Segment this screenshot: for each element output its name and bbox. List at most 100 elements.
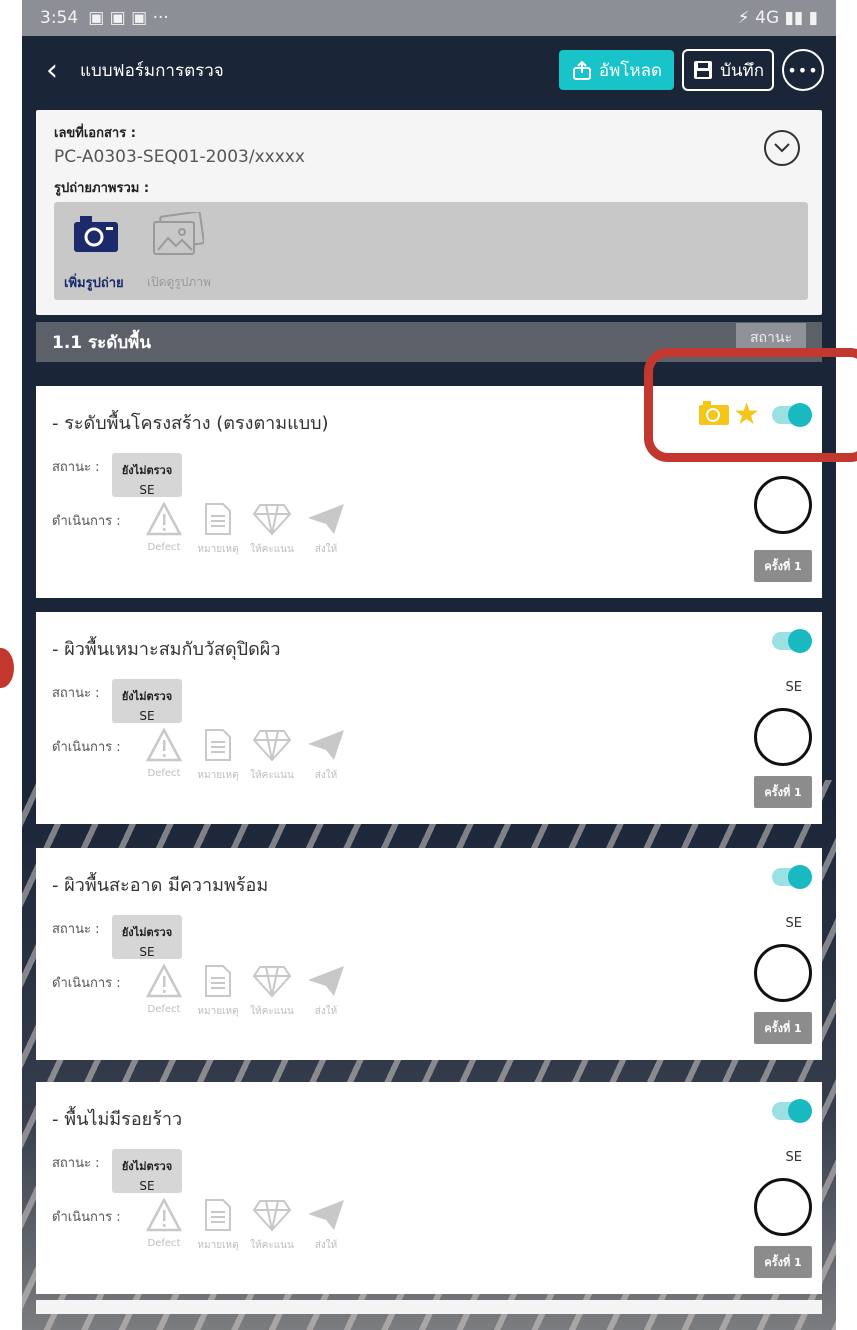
action-caption: ให้คะแนน <box>250 770 294 781</box>
inspection-circle[interactable] <box>754 944 812 1002</box>
item-title: - ผิวพื้นเหมาะสมกับวัสดุปิดผิว <box>52 639 281 660</box>
action-caption: ให้คะแนน <box>250 544 294 555</box>
status-text: ยังไม่ตรวจ <box>121 690 173 703</box>
status-text: ยังไม่ตรวจ <box>121 926 173 939</box>
status-bar: 3:54 ▣ ▣ ▣ ··· ⚡ 4G ▮▮ ▮ <box>22 0 836 36</box>
round-badge[interactable]: ครั้งที่ 1 <box>754 776 812 808</box>
score-action[interactable]: ให้คะแนน <box>246 1198 298 1253</box>
inspection-circle[interactable] <box>754 476 812 534</box>
add-photo-label[interactable]: เพิ่มรูปถ่าย <box>64 272 124 293</box>
note-action[interactable]: หมายเหตุ <box>192 1198 244 1253</box>
action-label: ดำเนินการ : <box>52 740 121 755</box>
se-label: SE <box>785 680 802 695</box>
back-arrow-icon[interactable]: ‹ <box>34 53 70 88</box>
action-caption: Defect <box>147 1004 181 1015</box>
action-caption: หมายเหตุ <box>197 1006 239 1017</box>
save-label: บันทึก <box>720 60 764 81</box>
status-code: SE <box>139 1179 155 1193</box>
status-time: 3:54 <box>40 8 79 28</box>
upload-label: อัพโหลด <box>598 60 663 81</box>
more-options-button[interactable]: ••• <box>782 49 824 91</box>
send-action[interactable]: ส่งให้ <box>300 728 352 783</box>
status-badge: ยังไม่ตรวจ SE <box>112 453 182 497</box>
se-label: SE <box>785 1150 802 1165</box>
inspection-circle[interactable] <box>754 708 812 766</box>
defect-action[interactable]: Defect <box>138 727 190 783</box>
status-label: สถานะ : <box>52 1156 100 1171</box>
send-action[interactable]: ส่งให้ <box>300 1198 352 1253</box>
document-number: PC-A0303-SEQ01-2003/xxxxx <box>54 147 305 167</box>
inspection-circle[interactable] <box>754 1178 812 1236</box>
chevron-down-icon[interactable] <box>764 130 800 166</box>
upload-button[interactable]: อัพโหลด <box>558 50 675 90</box>
action-label: ดำเนินการ : <box>52 514 121 529</box>
round-badge[interactable]: ครั้งที่ 1 <box>754 550 812 582</box>
send-icon <box>308 504 344 534</box>
status-badge: ยังไม่ตรวจ SE <box>112 679 182 723</box>
note-action[interactable]: หมายเหตุ <box>192 964 244 1019</box>
note-action[interactable]: หมายเหตุ <box>192 502 244 557</box>
action-caption: หมายเหตุ <box>197 544 239 555</box>
item-title: - พื้นไม่มีรอยร้าว <box>52 1109 183 1130</box>
item-toggle[interactable] <box>772 1099 812 1123</box>
score-action[interactable]: ให้คะแนน <box>246 728 298 783</box>
document-number-label: เลขที่เอกสาร : <box>54 126 136 141</box>
warning-icon <box>145 963 183 998</box>
section-title: 1.1 ระดับพื้น <box>52 332 151 353</box>
save-icon <box>692 59 714 81</box>
warning-icon <box>145 1197 183 1232</box>
note-action[interactable]: หมายเหตุ <box>192 728 244 783</box>
send-icon <box>308 1200 344 1230</box>
app-bar: ‹ แบบฟอร์มการตรวจ อัพโหลด บันทึก ••• <box>22 36 836 104</box>
item-toggle[interactable] <box>772 629 812 653</box>
action-caption: ส่งให้ <box>314 1006 338 1017</box>
defect-action[interactable]: Defect <box>138 963 190 1019</box>
item-title: - ผิวพื้นสะอาด มีความพร้อม <box>52 875 269 896</box>
status-right-icons: ⚡ 4G ▮▮ ▮ <box>737 8 818 28</box>
status-code: SE <box>139 945 155 959</box>
action-row: Defect หมายเหตุ ให้คะแนน ส่งให้ <box>138 501 354 557</box>
gallery-icon[interactable] <box>152 210 205 262</box>
send-action[interactable]: ส่งให้ <box>300 502 352 557</box>
score-action[interactable]: ให้คะแนน <box>246 964 298 1019</box>
status-badge: ยังไม่ตรวจ SE <box>112 1149 182 1193</box>
page-title: แบบฟอร์มการตรวจ <box>80 60 224 81</box>
score-action[interactable]: ให้คะแนน <box>246 502 298 557</box>
checklist-item: - พื้นไม่มีรอยร้าว สถานะ : ยังไม่ตรวจ SE… <box>36 1082 822 1294</box>
send-action[interactable]: ส่งให้ <box>300 964 352 1019</box>
action-caption: Defect <box>147 1238 181 1249</box>
defect-action[interactable]: Defect <box>138 1197 190 1253</box>
document-card: เลขที่เอกสาร : PC-A0303-SEQ01-2003/xxxxx… <box>36 110 822 315</box>
save-button[interactable]: บันทึก <box>682 49 774 91</box>
item-toggle[interactable] <box>772 865 812 889</box>
diamond-icon <box>252 504 292 536</box>
note-icon <box>205 729 231 761</box>
round-badge[interactable]: ครั้งที่ 1 <box>754 1246 812 1278</box>
send-icon <box>308 730 344 760</box>
status-code: SE <box>139 709 155 723</box>
action-caption: Defect <box>147 542 181 553</box>
status-badge: ยังไม่ตรวจ SE <box>112 915 182 959</box>
photo-area: เพิ่มรูปถ่าย เปิดดูรูปภาพ <box>54 202 808 300</box>
next-card-edge <box>36 1300 822 1314</box>
action-caption: ส่งให้ <box>314 770 338 781</box>
checklist-item: - ผิวพื้นเหมาะสมกับวัสดุปิดผิว สถานะ : ย… <box>36 612 822 824</box>
status-text: ยังไม่ตรวจ <box>121 464 173 477</box>
view-photos-label[interactable]: เปิดดูรูปภาพ <box>147 273 211 292</box>
send-icon <box>308 966 344 996</box>
round-badge[interactable]: ครั้งที่ 1 <box>754 1012 812 1044</box>
action-caption: ให้คะแนน <box>250 1006 294 1017</box>
status-label: สถานะ : <box>52 460 100 475</box>
action-caption: ให้คะแนน <box>250 1240 294 1251</box>
note-icon <box>205 965 231 997</box>
defect-action[interactable]: Defect <box>138 501 190 557</box>
action-label: ดำเนินการ : <box>52 976 121 991</box>
warning-icon <box>145 727 183 762</box>
annotation-marker <box>0 648 14 688</box>
status-text: ยังไม่ตรวจ <box>121 1160 173 1173</box>
action-caption: ส่งให้ <box>314 544 338 555</box>
camera-icon[interactable] <box>74 216 118 256</box>
checklist-item: - ผิวพื้นสะอาด มีความพร้อม สถานะ : ยังไม… <box>36 848 822 1060</box>
phone-screen: 3:54 ▣ ▣ ▣ ··· ⚡ 4G ▮▮ ▮ ‹ แบบฟอร์มการตรว… <box>22 0 836 1330</box>
status-code: SE <box>139 483 155 497</box>
